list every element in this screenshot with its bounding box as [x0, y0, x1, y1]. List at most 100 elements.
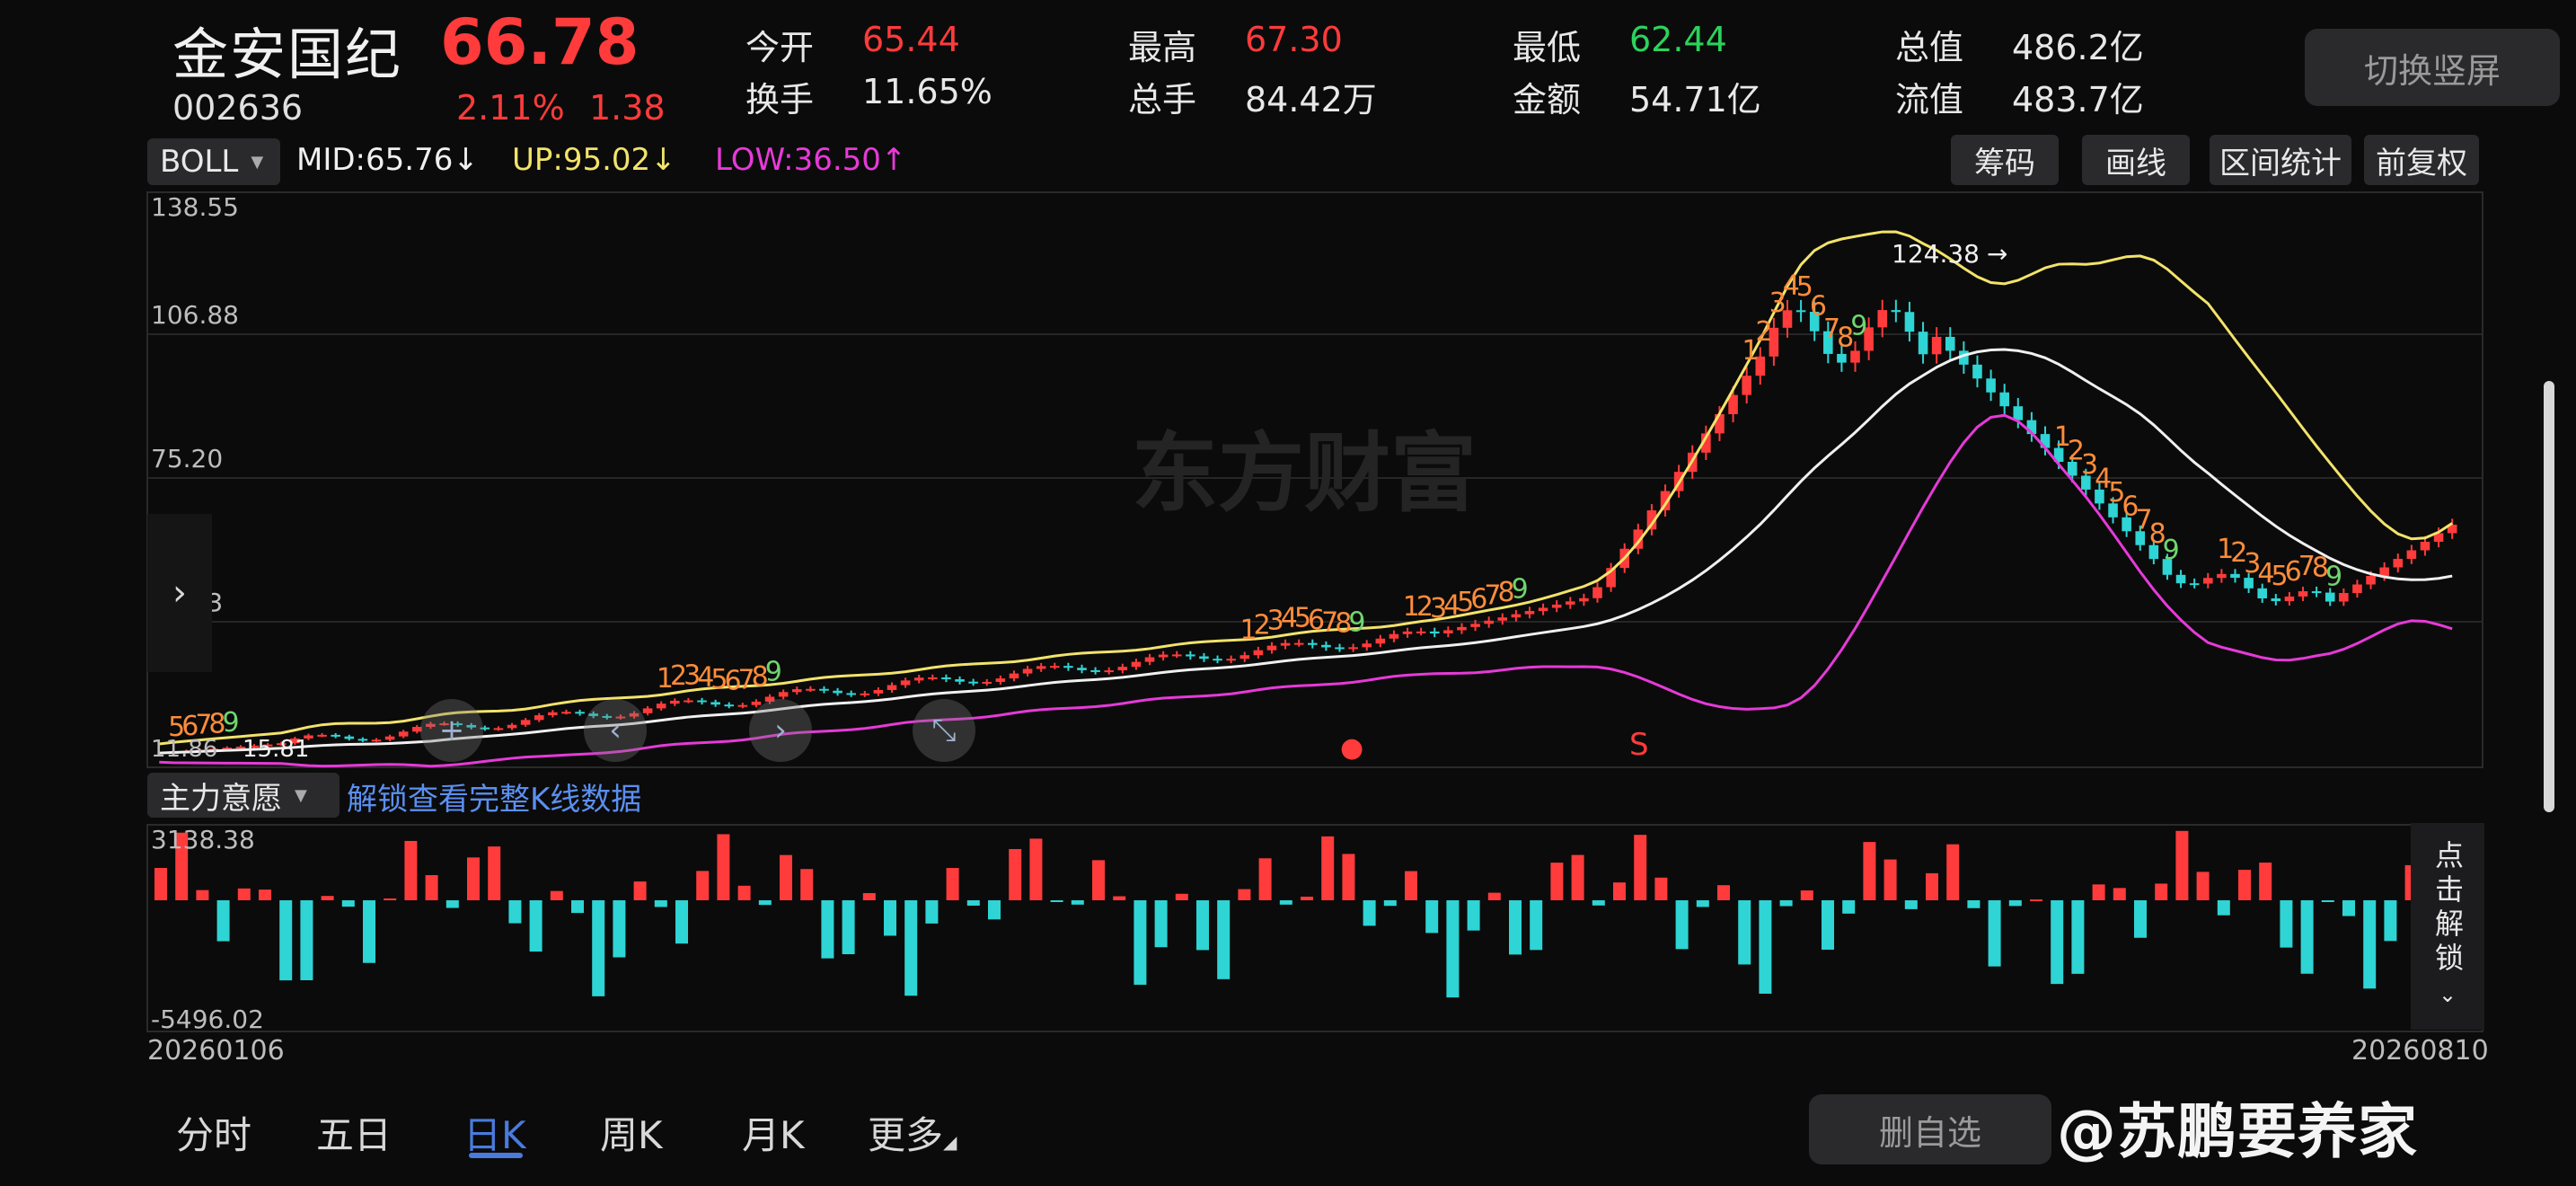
td-count: 9 [1512, 574, 1529, 606]
candle-body [778, 692, 789, 697]
date-end: 20260810 [2351, 1035, 2489, 1067]
date-start: 20260106 [147, 1035, 285, 1067]
candle-body [534, 715, 544, 721]
candle-body [1308, 642, 1318, 645]
moneyflow-bar [2071, 900, 2085, 974]
moneyflow-bar [1675, 900, 1689, 950]
tab-weekly-k[interactable]: 周K [600, 1105, 663, 1160]
candle-body [1457, 626, 1467, 631]
moneyflow-bar [904, 900, 918, 996]
tab-intraday[interactable]: 分时 [176, 1105, 251, 1160]
chevron-left-icon: ‹ [609, 712, 622, 748]
moneyflow-bar [404, 840, 418, 900]
zoom-in-button[interactable]: + [420, 699, 483, 762]
candle-body [751, 701, 762, 705]
moneyflow-bar [1321, 836, 1335, 900]
candle-body [1429, 631, 1440, 634]
candle-body [1551, 604, 1562, 608]
candle-body [928, 677, 938, 679]
tab-daily-k[interactable]: 日K [463, 1105, 526, 1160]
moneyflow-bar [925, 900, 939, 924]
candle-body [2420, 541, 2430, 551]
candle-body [1931, 336, 1942, 355]
moneyflow-bar [1967, 900, 1981, 908]
candle-body [1348, 647, 1358, 650]
moneyflow-bar [425, 875, 438, 900]
moneyflow-bar [800, 869, 814, 900]
moneyflow-bar [2321, 900, 2334, 902]
candle-body [968, 681, 978, 684]
candle-body [1579, 597, 1589, 602]
candle-body [1945, 336, 1955, 351]
remove-watchlist-button[interactable]: 删自选 [1809, 1094, 2051, 1164]
moneyflow-bar [1822, 900, 1834, 951]
candle-body [1375, 638, 1386, 644]
candle-body [1090, 669, 1100, 672]
expand-left-handle[interactable]: › [147, 514, 212, 672]
moneyflow-bar [2217, 900, 2230, 916]
moneyflow-bar [1467, 900, 1480, 931]
candle-body [1199, 656, 1209, 659]
candle-body [2013, 406, 2024, 420]
candle-body [357, 739, 368, 741]
moneyflow-bar [1988, 900, 2001, 967]
corner-triangle-icon: ◢ [943, 1131, 957, 1153]
moneyflow-bar [2196, 872, 2210, 900]
candle-body [2217, 573, 2227, 579]
td-count: 9 [1850, 310, 1867, 341]
chevron-right-icon: › [774, 712, 787, 748]
moneyflow-bar [1175, 893, 1188, 900]
candle-body [697, 700, 707, 703]
candle-body [507, 724, 517, 729]
td-count: 9 [765, 656, 782, 687]
side-unlock-button[interactable]: 点击解锁 ⌄ [2411, 823, 2484, 1030]
moneyflow-bar [550, 890, 563, 900]
y-label-2: 106.88 [151, 300, 239, 330]
candle-body [887, 685, 897, 690]
y-label-1: 138.55 [151, 192, 239, 222]
candle-body [398, 731, 409, 737]
moneyflow-select[interactable]: 主力意愿 ▼ [147, 773, 340, 818]
scroll-left-button[interactable]: ‹ [584, 699, 647, 762]
chevron-down-icon: ⌄ [2438, 982, 2457, 1007]
candle-body [1592, 587, 1602, 598]
tab-five-day[interactable]: 五日 [316, 1105, 392, 1160]
candle-body [1416, 631, 1426, 633]
candle-body [1999, 392, 2009, 407]
tab-more[interactable]: 更多◢ [868, 1105, 957, 1160]
moneyflow-bar [1238, 889, 1251, 900]
candle-body [2257, 588, 2267, 598]
scrollbar[interactable] [2544, 381, 2554, 812]
unlock-kline-link[interactable]: 解锁查看完整K线数据 [347, 774, 641, 819]
active-tab-indicator [469, 1153, 523, 1158]
candle-body [1443, 630, 1453, 634]
moneyflow-bar [780, 854, 792, 900]
candle-body [520, 720, 531, 725]
candle-body [1077, 668, 1087, 670]
scroll-right-button[interactable]: › [749, 699, 812, 762]
candle-body [1795, 310, 1806, 313]
moneyflow-bar [1883, 859, 1897, 900]
candle-body [1497, 617, 1508, 621]
moneyflow-bar [2238, 870, 2251, 900]
right-arrow-icon: → [1987, 239, 2007, 269]
candle-body [384, 736, 395, 740]
moneyflow-bar [862, 893, 876, 900]
moneyflow-bar [196, 890, 209, 900]
candle-body [331, 734, 340, 737]
kline-chart[interactable]: 东方财富 56789123456789123456789 123456789123… [0, 0, 2576, 1186]
collapse-button[interactable]: ⤡ [913, 699, 975, 762]
high-annotation: 124.38 [1892, 239, 1980, 269]
tab-monthly-k[interactable]: 月K [742, 1105, 805, 1160]
candle-body [2406, 550, 2417, 559]
moneyflow-bar [2155, 883, 2168, 900]
moneyflow-bar [1134, 900, 1147, 986]
moneyflow-bar [1634, 835, 1647, 900]
candle-body [724, 704, 735, 707]
candle-body [1904, 312, 1915, 332]
weibo-watermark: @苏鹏要养家 [2057, 1097, 2418, 1166]
candle-body [2244, 578, 2254, 589]
chevron-right-icon: › [172, 572, 187, 614]
candle-body [1144, 657, 1155, 662]
candle-body [1293, 642, 1304, 645]
